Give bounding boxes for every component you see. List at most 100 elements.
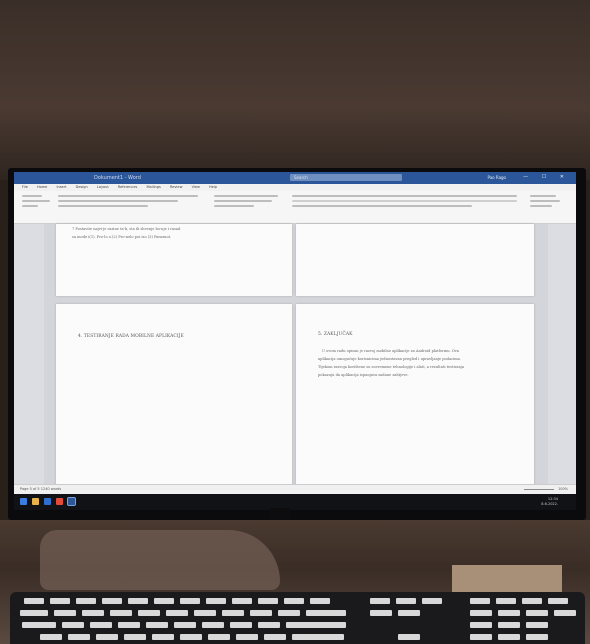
keyboard-key	[146, 622, 168, 628]
tab-home[interactable]: Home	[37, 185, 47, 189]
file-explorer-icon[interactable]	[32, 498, 39, 505]
page-word-count[interactable]: Page 5 of 5 1240 words	[20, 487, 61, 491]
word-statusbar: Page 5 of 5 1240 words 100%	[14, 484, 576, 494]
keyboard-key	[174, 622, 196, 628]
editing-group[interactable]	[530, 195, 566, 217]
keyboard-key	[470, 610, 492, 616]
document-title: Dokument1 - Word	[94, 175, 141, 181]
keyboard-key	[398, 610, 420, 616]
keyboard-key	[284, 598, 304, 604]
keyboard-key	[206, 598, 226, 604]
tab-review[interactable]: Review	[170, 185, 183, 189]
tab-view[interactable]: View	[192, 185, 200, 189]
tab-insert[interactable]: Insert	[56, 185, 66, 189]
keyboard-key	[202, 622, 224, 628]
keyboard-key	[498, 610, 520, 616]
keyboard-key	[128, 598, 148, 604]
keyboard-key	[40, 634, 62, 640]
word-icon[interactable]	[67, 497, 76, 506]
keyboard-key	[548, 598, 568, 604]
keyboard-key	[470, 622, 492, 628]
conclusion-line-2: aplikacija omogućuje korisnicima jednost…	[318, 357, 461, 361]
keyboard-key	[422, 598, 442, 604]
clock[interactable]: 12:34 8.6.2022.	[541, 497, 558, 507]
user-name[interactable]: Pao Rago	[487, 175, 506, 180]
zoom-level[interactable]: 100%	[558, 487, 568, 491]
page1-line-2: sa mode i(1). Pro-lo o.(2) Pro-nelo poi …	[72, 235, 172, 239]
keyboard-key	[526, 634, 548, 640]
ribbon-tabs: File Home Insert Design Layout Reference…	[14, 184, 576, 191]
windows-taskbar: 12:34 8.6.2022.	[14, 494, 576, 510]
keyboard-key	[166, 610, 188, 616]
keyboard-key	[230, 622, 252, 628]
tab-references[interactable]: References	[118, 185, 137, 189]
search-box[interactable]: Search	[290, 174, 402, 181]
conclusion-line-1: U ovom radu opisan je razvoj mobilne apl…	[322, 349, 459, 353]
keyboard-key	[222, 610, 244, 616]
keyboard-key	[264, 634, 286, 640]
keyboard-key	[82, 610, 104, 616]
font-group[interactable]	[58, 195, 208, 217]
tab-design[interactable]: Design	[76, 185, 88, 189]
keyboard-key	[20, 610, 48, 616]
keyboard-key	[292, 634, 344, 640]
keyboard-key	[250, 610, 272, 616]
chapter-heading-testing: 4. TESTIRANJE RADA MOBILNE APLIKACIJE	[78, 334, 184, 339]
keyboard-key	[138, 610, 160, 616]
keyboard-key	[398, 634, 420, 640]
styles-group[interactable]	[292, 195, 522, 217]
keyboard-key	[50, 598, 70, 604]
page-1: 7 Postavite najvi-je razine ta-k, sta il…	[56, 224, 292, 296]
page-2	[296, 224, 534, 296]
keyboard-key	[396, 598, 416, 604]
keyboard-key	[96, 634, 118, 640]
paragraph-group[interactable]	[214, 195, 284, 217]
tab-help[interactable]: Help	[209, 185, 217, 189]
keyboard-key	[22, 622, 56, 628]
keyboard-key	[232, 598, 252, 604]
keyboard-key	[554, 610, 576, 616]
cardboard-box	[452, 565, 562, 593]
keyboard-key	[152, 634, 174, 640]
ribbon-toolbar	[14, 191, 576, 224]
monitor-screen: Dokument1 - Word Search Pao Rago — ☐ ✕ F…	[14, 172, 576, 510]
keyboard-key	[306, 610, 346, 616]
document-area[interactable]: 7 Postavite najvi-je razine ta-k, sta il…	[44, 224, 548, 494]
keyboard-key	[498, 634, 520, 640]
keyboard-key	[110, 610, 132, 616]
keyboard-key	[76, 598, 96, 604]
keyboard-key	[24, 598, 44, 604]
tab-mailings[interactable]: Mailings	[146, 185, 160, 189]
keyboard-key	[498, 622, 520, 628]
page-4: 5. ZAKLJUČAK U ovom radu opisan je razvo…	[296, 304, 534, 494]
keyboard-key	[124, 634, 146, 640]
keyboard-key	[118, 622, 140, 628]
zoom-slider[interactable]	[524, 489, 554, 490]
keyboard-key	[526, 622, 548, 628]
page1-line-1: 7 Postavite najvi-je razine ta-k, sta il…	[72, 227, 181, 231]
keyboard-key	[180, 634, 202, 640]
tab-file[interactable]: File	[22, 185, 28, 189]
keyboard-key	[194, 610, 216, 616]
keyboard-key	[470, 634, 492, 640]
keyboard-key	[470, 598, 490, 604]
keyboard-key	[370, 598, 390, 604]
keyboard-key	[68, 634, 90, 640]
keyboard-key	[102, 598, 122, 604]
chrome-icon[interactable]	[56, 498, 63, 505]
keyboard-key	[278, 610, 300, 616]
conclusion-line-4: pokazuju da aplikacija ispunjava zadane …	[318, 373, 409, 377]
clipboard-group[interactable]	[22, 195, 52, 217]
edge-icon[interactable]	[44, 498, 51, 505]
keyboard-key	[310, 598, 330, 604]
keyboard-key	[496, 598, 516, 604]
window-controls[interactable]: — ☐ ✕	[523, 174, 570, 180]
keyboard-key	[258, 622, 280, 628]
tab-layout[interactable]: Layout	[97, 185, 109, 189]
keyboard-key	[62, 622, 84, 628]
start-icon[interactable]	[20, 498, 27, 505]
keyboard-key	[258, 598, 278, 604]
page-3: 4. TESTIRANJE RADA MOBILNE APLIKACIJE	[56, 304, 292, 494]
search-placeholder: Search	[294, 175, 308, 180]
keyboard-key	[370, 610, 392, 616]
